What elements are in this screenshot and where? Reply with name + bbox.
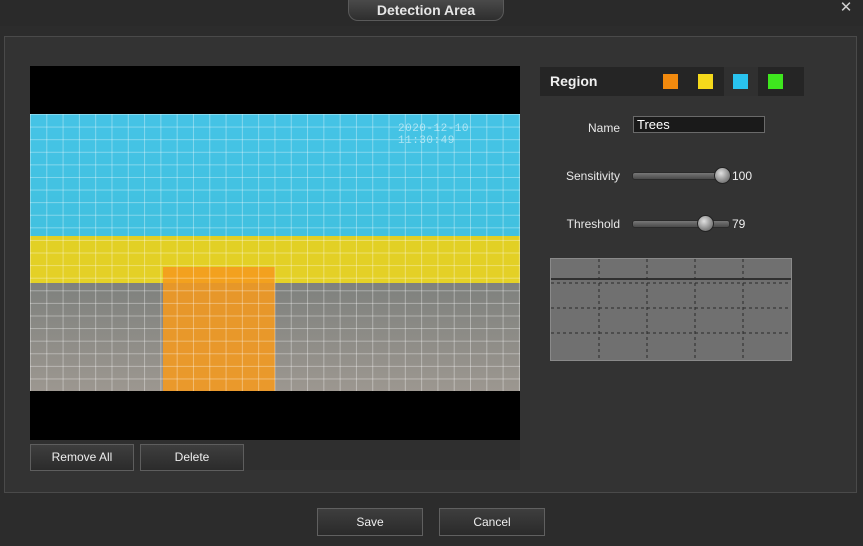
threshold-label: Threshold	[566, 217, 620, 231]
orange-swatch[interactable]	[663, 74, 678, 89]
yellow-swatch[interactable]	[698, 74, 713, 89]
delete-button[interactable]: Delete	[140, 444, 244, 471]
name-field[interactable]	[633, 116, 765, 133]
green-swatch[interactable]	[768, 74, 783, 89]
region-swatch-blue-cell[interactable]	[724, 67, 758, 96]
threshold-slider-thumb[interactable]	[696, 215, 714, 232]
motion-graph	[550, 258, 792, 361]
region-label: Region	[550, 73, 598, 89]
camera-frame[interactable]: 2020-12-10 11:30:49	[30, 114, 520, 391]
region-swatch-orange-cell[interactable]	[654, 67, 688, 96]
dialog-title: Detection Area	[348, 0, 504, 21]
blue-swatch[interactable]	[733, 74, 748, 89]
region-swatch-yellow-cell[interactable]	[689, 67, 723, 96]
motion-graph-grid	[551, 259, 791, 360]
detection-grid	[30, 114, 520, 391]
cancel-button[interactable]: Cancel	[439, 508, 545, 536]
region-bar: Region	[540, 67, 804, 96]
threshold-slider-track[interactable]	[632, 220, 730, 228]
video-preview: 2020-12-10 11:30:49	[30, 66, 520, 440]
sensitivity-slider-thumb[interactable]	[714, 167, 731, 184]
save-button[interactable]: Save	[317, 508, 423, 536]
name-label: Name	[587, 121, 620, 135]
area-button-row: Remove All Delete	[30, 440, 520, 471]
video-timestamp: 2020-12-10 11:30:49	[398, 123, 470, 147]
title-bar: Detection Area ✕	[0, 0, 863, 26]
region-swatch-green-cell[interactable]	[759, 67, 793, 96]
close-icon[interactable]: ✕	[838, 0, 854, 16]
remove-all-button[interactable]: Remove All	[30, 444, 134, 471]
threshold-value: 79	[732, 217, 746, 231]
sensitivity-value: 100	[732, 169, 753, 183]
sensitivity-label: Sensitivity	[565, 169, 620, 183]
